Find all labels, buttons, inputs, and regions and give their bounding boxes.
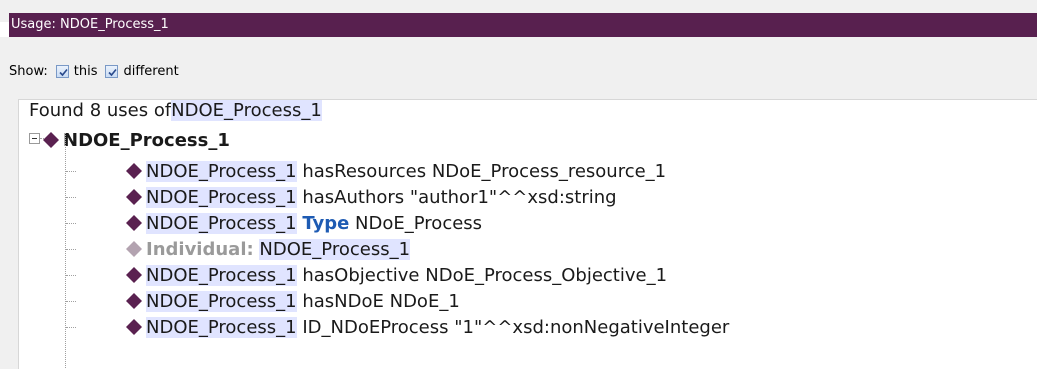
row-object[interactable]: NDOE_Process_1 xyxy=(259,238,411,260)
row-predicate: hasObjective xyxy=(302,264,420,286)
diamond-icon xyxy=(126,189,142,205)
row-object: NDoE_1 xyxy=(389,290,460,312)
row-object: NDoE_Process xyxy=(355,212,483,234)
row-subject[interactable]: NDOE_Process_1 xyxy=(146,186,297,208)
tree-connector xyxy=(66,275,76,276)
tree-root-node[interactable]: NDOE_Process_1 xyxy=(19,127,230,153)
checkmark-icon xyxy=(59,68,68,76)
found-entity[interactable]: NDOE_Process_1 xyxy=(171,99,322,121)
row-subject[interactable]: NDOE_Process_1 xyxy=(146,264,297,286)
different-checkbox-label[interactable]: different xyxy=(123,64,178,79)
tree-guide-line xyxy=(65,133,66,369)
tree-connector xyxy=(66,249,76,250)
view-title-bar[interactable]: Usage: NDOE_Process_1 xyxy=(9,13,1037,37)
row-subject[interactable]: NDOE_Process_1 xyxy=(146,316,297,338)
this-checkbox-label[interactable]: this xyxy=(74,64,98,79)
row-subject[interactable]: NDOE_Process_1 xyxy=(146,212,297,234)
row-predicate: ID_NDoEProcess xyxy=(302,316,449,338)
row-predicate: hasAuthors xyxy=(302,186,405,208)
found-prefix: Found 8 uses of xyxy=(29,99,172,121)
title-area: Usage: NDOE_Process_1 xyxy=(0,0,1037,37)
diamond-icon xyxy=(126,163,142,179)
diamond-icon xyxy=(43,132,59,148)
row-object: "author1"^^xsd:string xyxy=(409,186,617,208)
diamond-icon xyxy=(126,215,142,231)
usage-row-individual[interactable]: Individual: NDOE_Process_1 xyxy=(125,236,411,262)
show-filter-bar: Show: this different xyxy=(9,61,179,81)
tree-connector xyxy=(66,197,76,198)
different-checkbox[interactable] xyxy=(105,64,119,78)
row-object: "1"^^xsd:nonNegativeInteger xyxy=(454,316,730,338)
this-checkbox[interactable] xyxy=(55,64,69,78)
tree-connector xyxy=(66,223,76,224)
usage-row[interactable]: NDOE_Process_1 hasObjective NDoE_Process… xyxy=(125,262,667,288)
diamond-icon xyxy=(126,293,142,309)
collapse-icon[interactable] xyxy=(29,133,40,144)
usage-panel: Show: this different Found 8 uses of NDO… xyxy=(0,37,1037,369)
diamond-icon xyxy=(126,267,142,283)
usage-row[interactable]: NDOE_Process_1 hasAuthors "author1"^^xsd… xyxy=(125,184,617,210)
row-object: NDoE_Process_Objective_1 xyxy=(425,264,668,286)
tree-connector xyxy=(66,171,76,172)
found-summary: Found 8 uses of NDOE_Process_1 xyxy=(29,97,322,123)
usage-tree[interactable]: Found 8 uses of NDOE_Process_1 NDOE_Proc… xyxy=(18,99,1037,369)
root-label[interactable]: NDOE_Process_1 xyxy=(63,130,230,151)
usage-row[interactable]: NDOE_Process_1 hasResources NDoE_Process… xyxy=(125,158,666,184)
checkmark-icon xyxy=(108,68,118,76)
usage-row[interactable]: NDOE_Process_1 ID_NDoEProcess "1"^^xsd:n… xyxy=(125,314,729,340)
tree-connector xyxy=(66,301,76,302)
row-subject[interactable]: NDOE_Process_1 xyxy=(146,160,297,182)
view-title: Usage: NDOE_Process_1 xyxy=(11,17,169,32)
show-label: Show: xyxy=(9,63,48,79)
row-predicate: Type xyxy=(302,212,350,234)
tree-connector xyxy=(66,327,76,328)
row-subject[interactable]: NDOE_Process_1 xyxy=(146,290,297,312)
usage-row[interactable]: NDOE_Process_1 hasNDoE NDoE_1 xyxy=(125,288,460,314)
individual-label: Individual: xyxy=(146,238,254,260)
diamond-icon xyxy=(126,241,142,257)
usage-row[interactable]: NDOE_Process_1 Type NDoE_Process xyxy=(125,210,482,236)
row-object: NDoE_Process_resource_1 xyxy=(431,160,667,182)
row-predicate: hasResources xyxy=(302,160,427,182)
row-predicate: hasNDoE xyxy=(302,290,384,312)
diamond-icon xyxy=(126,319,142,335)
